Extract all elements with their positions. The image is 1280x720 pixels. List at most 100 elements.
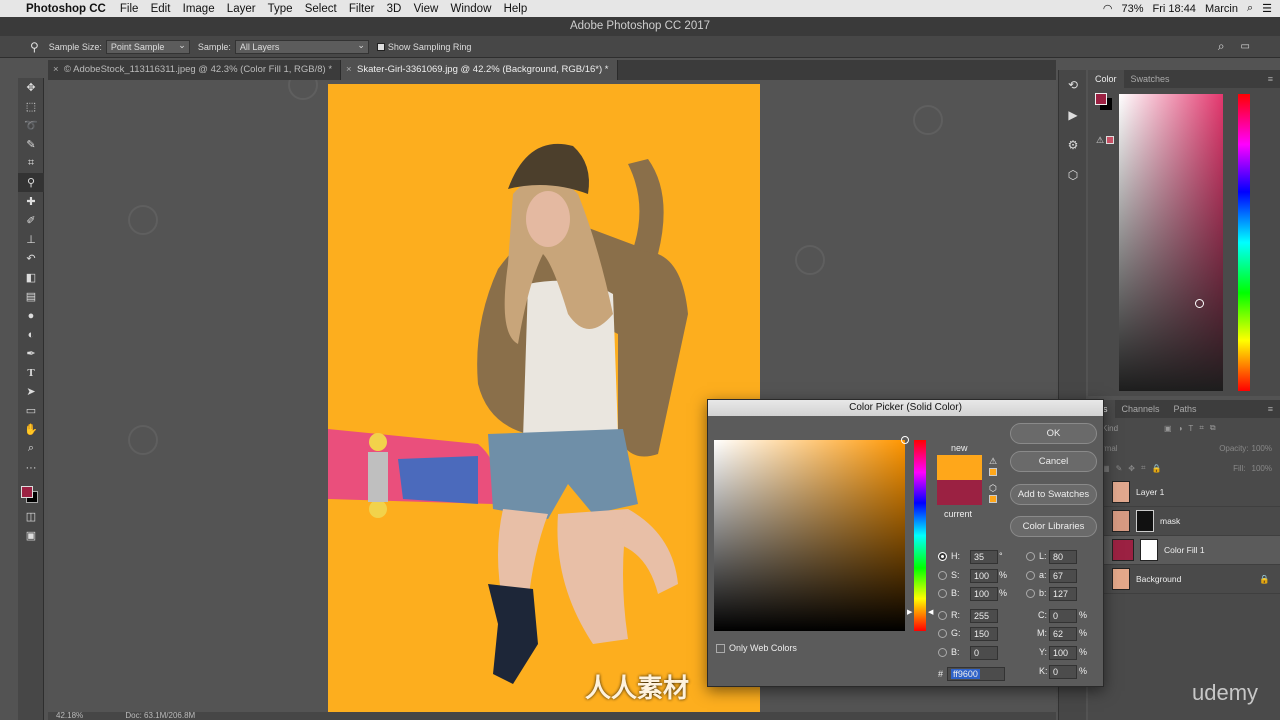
eyedropper-tool-icon[interactable]: ⚲ [18, 173, 44, 192]
clone-stamp-icon[interactable]: ⊥ [18, 230, 44, 249]
filter-shape-icon[interactable]: ⌗ [1199, 423, 1204, 433]
r-radio[interactable] [938, 611, 947, 620]
blue-field[interactable]: 0 [970, 646, 998, 660]
panel-menu-icon[interactable]: ≡ [1261, 400, 1280, 418]
menu-image[interactable]: Image [183, 3, 215, 15]
eyedropper-tool-icon[interactable]: ⚲ [30, 40, 39, 54]
foreground-color-swatch[interactable] [21, 486, 33, 498]
only-web-colors-checkbox[interactable] [716, 644, 725, 653]
marquee-tool-icon[interactable]: ⬚ [18, 97, 44, 116]
dodge-tool-icon[interactable]: ◐ [18, 325, 44, 344]
layer-row[interactable]: Layer 1 [1088, 478, 1280, 507]
quick-select-tool-icon[interactable]: ✎ [18, 135, 44, 154]
properties-panel-icon[interactable]: ⚙ [1059, 130, 1087, 160]
more-tools-icon[interactable]: ··· [18, 458, 44, 477]
crop-tool-icon[interactable]: ⌗ [18, 154, 44, 173]
menu-filter[interactable]: Filter [349, 3, 375, 15]
lock-all-icon[interactable]: 🔒 [1151, 464, 1161, 473]
g-radio[interactable] [938, 629, 947, 638]
show-ring-checkbox[interactable] [376, 42, 385, 51]
zoom-level[interactable]: 42.18% [56, 711, 83, 720]
lock-move-icon[interactable]: ✥ [1128, 464, 1135, 473]
3d-panel-icon[interactable]: ⬡ [1059, 160, 1087, 190]
web-safe-cube-icon[interactable]: ⬡ [989, 483, 997, 494]
filter-pixel-icon[interactable]: ▣ [1164, 424, 1172, 433]
s-field[interactable]: 100 [970, 569, 998, 583]
move-tool-icon[interactable]: ✥ [18, 78, 44, 97]
layer-row[interactable]: mask [1088, 507, 1280, 536]
close-icon[interactable]: × [346, 60, 352, 80]
workspace-icon[interactable]: ▭ [1241, 41, 1250, 52]
h-radio[interactable] [938, 552, 947, 561]
a-field[interactable]: 67 [1049, 569, 1077, 583]
fill-value[interactable]: 100% [1252, 464, 1272, 473]
sample-select[interactable]: All Layers [234, 39, 369, 54]
gamut-swatch[interactable] [989, 468, 997, 476]
color-field[interactable] [1119, 94, 1223, 391]
gradient-tool-icon[interactable]: ▤ [18, 287, 44, 306]
y-field[interactable]: 100 [1049, 646, 1077, 660]
notification-list-icon[interactable]: ☰ [1262, 2, 1272, 15]
tab-color[interactable]: Color [1088, 70, 1124, 88]
hand-tool-icon[interactable]: ✋ [18, 420, 44, 439]
filter-type-icon[interactable]: T [1188, 424, 1193, 433]
doc-size[interactable]: Doc: 63.1M/206.8M [125, 711, 195, 720]
saturation-brightness-field[interactable] [714, 436, 909, 631]
history-panel-icon[interactable]: ⟲ [1059, 70, 1087, 100]
user-name[interactable]: Marcin [1205, 3, 1238, 15]
c-field[interactable]: 0 [1049, 609, 1077, 623]
lab-b-radio[interactable] [1026, 589, 1035, 598]
menu-select[interactable]: Select [305, 3, 337, 15]
search-icon[interactable]: ⌕ [1218, 39, 1225, 54]
type-tool-icon[interactable]: T [18, 363, 44, 382]
panel-menu-icon[interactable]: ≡ [1261, 70, 1280, 88]
ok-button[interactable]: OK [1010, 423, 1097, 444]
menu-layer[interactable]: Layer [227, 3, 256, 15]
r-field[interactable]: 255 [970, 609, 998, 623]
app-name-menu[interactable]: Photoshop CC [26, 3, 106, 15]
clock[interactable]: Fri 18:44 [1153, 3, 1196, 15]
lasso-tool-icon[interactable]: ➰ [18, 116, 44, 135]
hue-slider[interactable] [1238, 94, 1250, 391]
current-color-swatch[interactable] [937, 480, 982, 505]
color-selector-ring[interactable] [1195, 299, 1204, 308]
b-radio[interactable] [938, 589, 947, 598]
wifi-icon[interactable]: ◠ [1103, 2, 1113, 15]
lock-paint-icon[interactable]: ✎ [1116, 464, 1123, 473]
sample-size-select[interactable]: Point Sample [105, 39, 190, 54]
quick-mask-icon[interactable]: ◫ [18, 507, 44, 526]
color-libraries-button[interactable]: Color Libraries [1010, 516, 1097, 537]
layer-mask-thumbnail[interactable] [1140, 539, 1158, 561]
m-field[interactable]: 62 [1049, 627, 1077, 641]
g-field[interactable]: 150 [970, 627, 998, 641]
l-radio[interactable] [1026, 552, 1035, 561]
battery-percent[interactable]: 73% [1121, 3, 1143, 15]
document-canvas[interactable] [328, 84, 760, 712]
l-field[interactable]: 80 [1049, 550, 1077, 564]
menu-window[interactable]: Window [450, 3, 491, 15]
tab-skater-girl[interactable]: × Skater-Girl-3361069.jpg @ 42.2% (Backg… [341, 60, 618, 80]
k-field[interactable]: 0 [1049, 665, 1077, 679]
hex-field[interactable]: ff9600 [947, 667, 1005, 681]
lab-b-field[interactable]: 127 [1049, 587, 1077, 601]
a-radio[interactable] [1026, 571, 1035, 580]
brush-tool-icon[interactable]: ✐ [18, 211, 44, 230]
web-safe-swatch[interactable] [989, 495, 997, 503]
color-selector-ring[interactable] [901, 436, 909, 444]
screen-mode-icon[interactable]: ▣ [18, 526, 44, 545]
menu-view[interactable]: View [414, 3, 439, 15]
history-brush-icon[interactable]: ↶ [18, 249, 44, 268]
actions-panel-icon[interactable]: ▶ [1059, 100, 1087, 130]
menu-help[interactable]: Help [504, 3, 528, 15]
path-select-icon[interactable]: ➤ [18, 382, 44, 401]
rectangle-tool-icon[interactable]: ▭ [18, 401, 44, 420]
b-field[interactable]: 100 [970, 587, 998, 601]
zoom-tool-icon[interactable]: ⌕ [18, 439, 44, 458]
hue-slider[interactable] [914, 440, 926, 631]
tab-channels[interactable]: Channels [1115, 400, 1167, 418]
pen-tool-icon[interactable]: ✒ [18, 344, 44, 363]
blue-radio[interactable] [938, 648, 947, 657]
gamut-warning-icon[interactable]: ⚠ [989, 456, 997, 467]
spotlight-search-icon[interactable]: ⌕ [1247, 2, 1253, 15]
layer-row[interactable]: Color Fill 1 [1088, 536, 1280, 565]
